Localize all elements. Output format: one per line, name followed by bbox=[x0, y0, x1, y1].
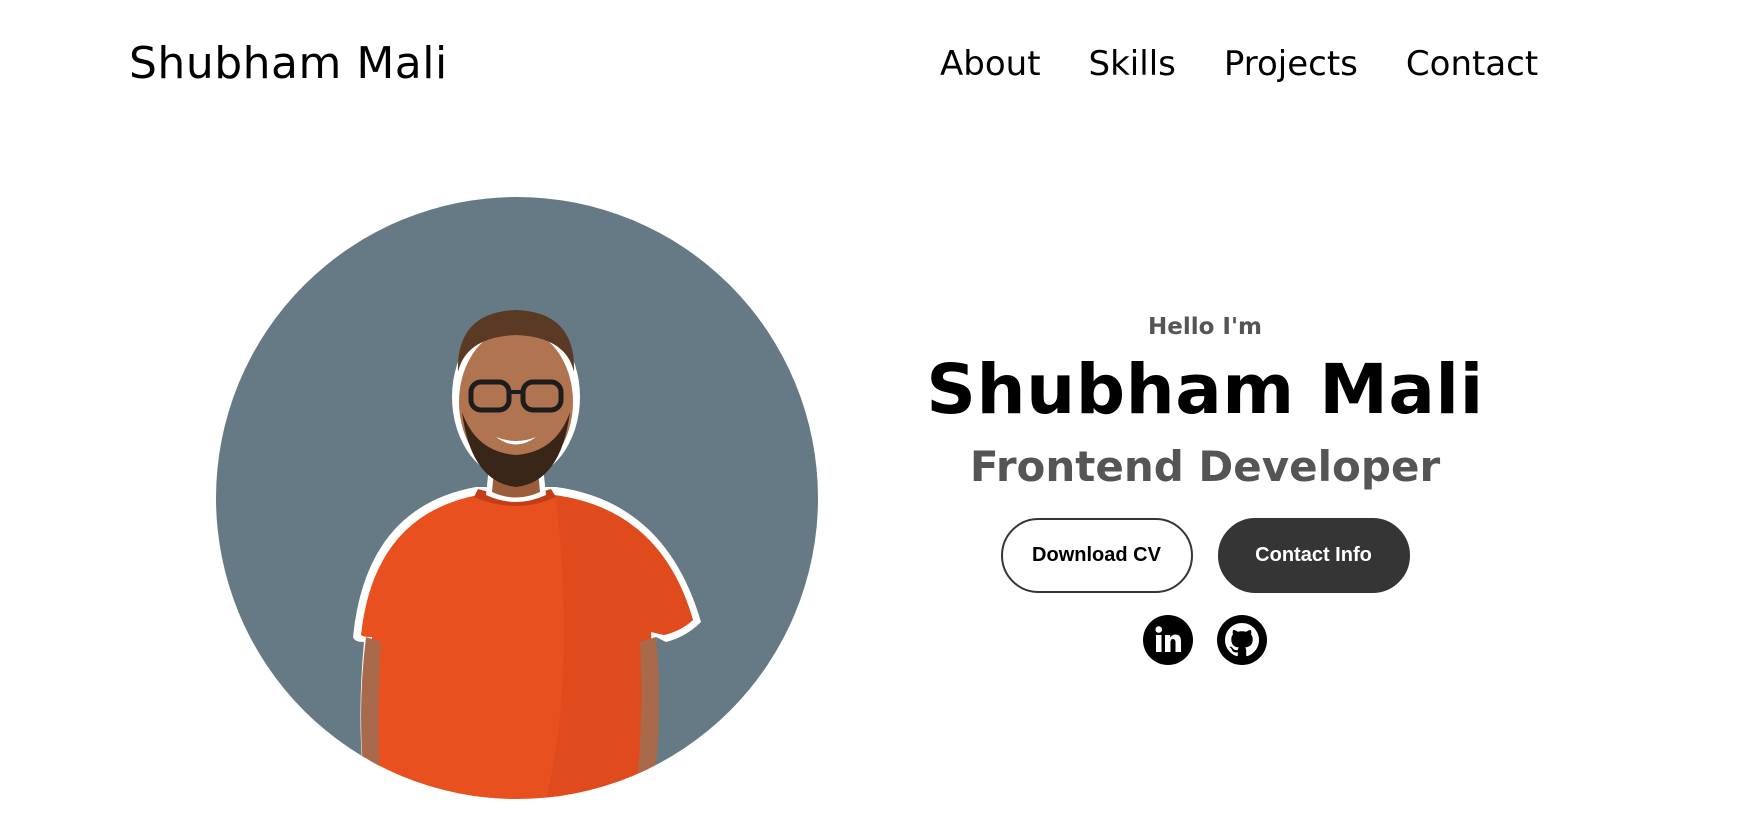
linkedin-icon[interactable] bbox=[1143, 615, 1193, 665]
nav-item-contact: Contact bbox=[1406, 44, 1538, 84]
download-cv-button[interactable]: Download CV bbox=[1000, 518, 1193, 593]
nav-item-projects: Projects bbox=[1224, 44, 1358, 84]
nav-link-contact[interactable]: Contact bbox=[1406, 44, 1538, 84]
profile-picture bbox=[216, 197, 818, 799]
hero-section: Hello I'm Shubham Mali Frontend Develope… bbox=[920, 300, 1490, 665]
nav-link-about[interactable]: About bbox=[940, 44, 1041, 84]
nav-links: About Skills Projects Contact bbox=[940, 44, 1538, 84]
site-logo[interactable]: Shubham Mali bbox=[129, 38, 448, 89]
contact-info-button[interactable]: Contact Info bbox=[1217, 518, 1410, 593]
hero-buttons: Download CV Contact Info bbox=[920, 518, 1490, 593]
profile-photo bbox=[353, 310, 701, 799]
nav-item-skills: Skills bbox=[1089, 44, 1176, 84]
nav-item-about: About bbox=[940, 44, 1041, 84]
nav-link-skills[interactable]: Skills bbox=[1089, 44, 1176, 84]
linkedin-glyph bbox=[1143, 615, 1193, 665]
role-title: Frontend Developer bbox=[969, 442, 1441, 491]
github-glyph bbox=[1217, 615, 1267, 665]
nav-link-projects[interactable]: Projects bbox=[1224, 44, 1358, 84]
social-links bbox=[920, 615, 1490, 665]
github-icon[interactable] bbox=[1217, 615, 1267, 665]
hero-name: Shubham Mali bbox=[926, 350, 1484, 430]
navbar: Shubham Mali About Skills Projects Conta… bbox=[0, 0, 1755, 135]
greeting-text: Hello I'm bbox=[1148, 314, 1262, 340]
